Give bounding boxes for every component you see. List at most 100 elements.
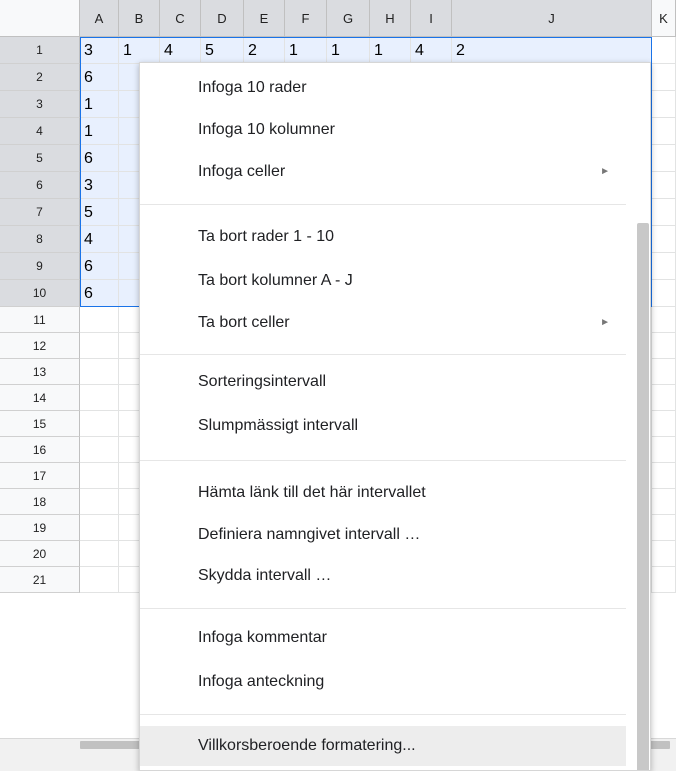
cell[interactable]: [80, 489, 119, 515]
cell[interactable]: [652, 118, 676, 145]
cell[interactable]: 2: [452, 37, 652, 64]
cell[interactable]: [80, 437, 119, 463]
cell[interactable]: 6: [80, 145, 119, 172]
cell[interactable]: [80, 567, 119, 593]
cell[interactable]: [652, 253, 676, 280]
menu-item-ta-bort-celler[interactable]: Ta bort celler ►: [140, 306, 626, 340]
row-header-1[interactable]: 1: [0, 37, 80, 64]
cell[interactable]: [652, 145, 676, 172]
row-header-20[interactable]: 20: [0, 541, 80, 567]
cell[interactable]: [80, 411, 119, 437]
column-header-i[interactable]: I: [411, 0, 452, 37]
row-header-14[interactable]: 14: [0, 385, 80, 411]
row-header-16[interactable]: 16: [0, 437, 80, 463]
cell[interactable]: 4: [80, 226, 119, 253]
cell[interactable]: 6: [80, 64, 119, 91]
cell[interactable]: [80, 515, 119, 541]
row-header-9[interactable]: 9: [0, 253, 80, 280]
row-header-6[interactable]: 6: [0, 172, 80, 199]
cell[interactable]: 3: [80, 37, 119, 64]
cell[interactable]: 2: [244, 37, 285, 64]
cell[interactable]: [80, 359, 119, 385]
column-header-j[interactable]: J: [452, 0, 652, 37]
column-header-h[interactable]: H: [370, 0, 411, 37]
cell[interactable]: 1: [370, 37, 411, 64]
cell[interactable]: [652, 463, 676, 489]
cell[interactable]: [652, 226, 676, 253]
cell[interactable]: [652, 437, 676, 463]
cell[interactable]: 4: [411, 37, 452, 64]
cell[interactable]: [652, 37, 676, 64]
column-header-e[interactable]: E: [244, 0, 285, 37]
menu-item-infoga-celler[interactable]: Infoga celler ►: [140, 155, 626, 189]
menu-item-ta-bort-rader-1-10[interactable]: Ta bort rader 1 - 10: [140, 220, 626, 254]
cell[interactable]: [652, 385, 676, 411]
row-header-4[interactable]: 4: [0, 118, 80, 145]
select-all-corner[interactable]: [0, 0, 80, 37]
cell[interactable]: [80, 385, 119, 411]
row-header-17[interactable]: 17: [0, 463, 80, 489]
cell[interactable]: [80, 307, 119, 333]
cell[interactable]: [652, 199, 676, 226]
row-header-11[interactable]: 11: [0, 307, 80, 333]
column-header-k[interactable]: K: [652, 0, 676, 37]
menu-item-infoga-10-rader[interactable]: Infoga 10 rader: [140, 71, 626, 105]
row-header-8[interactable]: 8: [0, 226, 80, 253]
cell[interactable]: 6: [80, 253, 119, 280]
cell[interactable]: [80, 541, 119, 567]
cell[interactable]: 3: [80, 172, 119, 199]
menu-item-villkorsberoende-formatering[interactable]: Villkorsberoende formatering...: [140, 726, 626, 766]
row-header-7[interactable]: 7: [0, 199, 80, 226]
cell[interactable]: [652, 280, 676, 307]
column-header-d[interactable]: D: [201, 0, 244, 37]
row-header-15[interactable]: 15: [0, 411, 80, 437]
cell[interactable]: [652, 541, 676, 567]
row-header-18[interactable]: 18: [0, 489, 80, 515]
cell[interactable]: 1: [80, 91, 119, 118]
cell[interactable]: 4: [160, 37, 201, 64]
menu-item-definiera-namngivet-intervall[interactable]: Definiera namngivet intervall …: [140, 518, 626, 552]
cell[interactable]: [652, 172, 676, 199]
menu-item-infoga-10-kolumner[interactable]: Infoga 10 kolumner: [140, 113, 626, 147]
column-header-b[interactable]: B: [119, 0, 160, 37]
row-header-2[interactable]: 2: [0, 64, 80, 91]
cell[interactable]: [80, 333, 119, 359]
cell[interactable]: [652, 567, 676, 593]
cell[interactable]: [80, 463, 119, 489]
cell[interactable]: 1: [327, 37, 370, 64]
cell[interactable]: 6: [80, 280, 119, 307]
row-header-5[interactable]: 5: [0, 145, 80, 172]
cell[interactable]: [652, 64, 676, 91]
cell[interactable]: [652, 411, 676, 437]
cell[interactable]: [652, 307, 676, 333]
menu-item-infoga-kommentar[interactable]: Infoga kommentar: [140, 621, 626, 655]
menu-item-ta-bort-kolumner-a-j[interactable]: Ta bort kolumner A - J: [140, 264, 626, 298]
row-header-12[interactable]: 12: [0, 333, 80, 359]
cell[interactable]: 1: [80, 118, 119, 145]
row-header-21[interactable]: 21: [0, 567, 80, 593]
cell[interactable]: 5: [80, 199, 119, 226]
column-header-f[interactable]: F: [285, 0, 327, 37]
cell[interactable]: 1: [285, 37, 327, 64]
row-header-3[interactable]: 3: [0, 91, 80, 118]
cell[interactable]: [652, 359, 676, 385]
menu-item-slumpmässigt-intervall[interactable]: Slumpmässigt intervall: [140, 409, 626, 443]
column-header-a[interactable]: A: [80, 0, 119, 37]
menu-item-skydda-intervall[interactable]: Skydda intervall …: [140, 559, 626, 593]
cell[interactable]: [652, 333, 676, 359]
column-header-c[interactable]: C: [160, 0, 201, 37]
cell[interactable]: 1: [119, 37, 160, 64]
row-header-13[interactable]: 13: [0, 359, 80, 385]
row-header-10[interactable]: 10: [0, 280, 80, 307]
cell[interactable]: [652, 91, 676, 118]
menu-item-label: Infoga anteckning: [198, 673, 325, 690]
cell[interactable]: [652, 489, 676, 515]
menu-item-sorteringsintervall[interactable]: Sorteringsintervall: [140, 365, 626, 399]
column-header-g[interactable]: G: [327, 0, 370, 37]
cell[interactable]: [652, 515, 676, 541]
menu-item-infoga-anteckning[interactable]: Infoga anteckning: [140, 665, 626, 699]
row-header-19[interactable]: 19: [0, 515, 80, 541]
menu-item-hämta-länk-till-det-här-intervallet[interactable]: Hämta länk till det här intervallet: [140, 476, 626, 510]
cell[interactable]: 5: [201, 37, 244, 64]
menu-scrollbar-thumb[interactable]: [637, 223, 649, 770]
